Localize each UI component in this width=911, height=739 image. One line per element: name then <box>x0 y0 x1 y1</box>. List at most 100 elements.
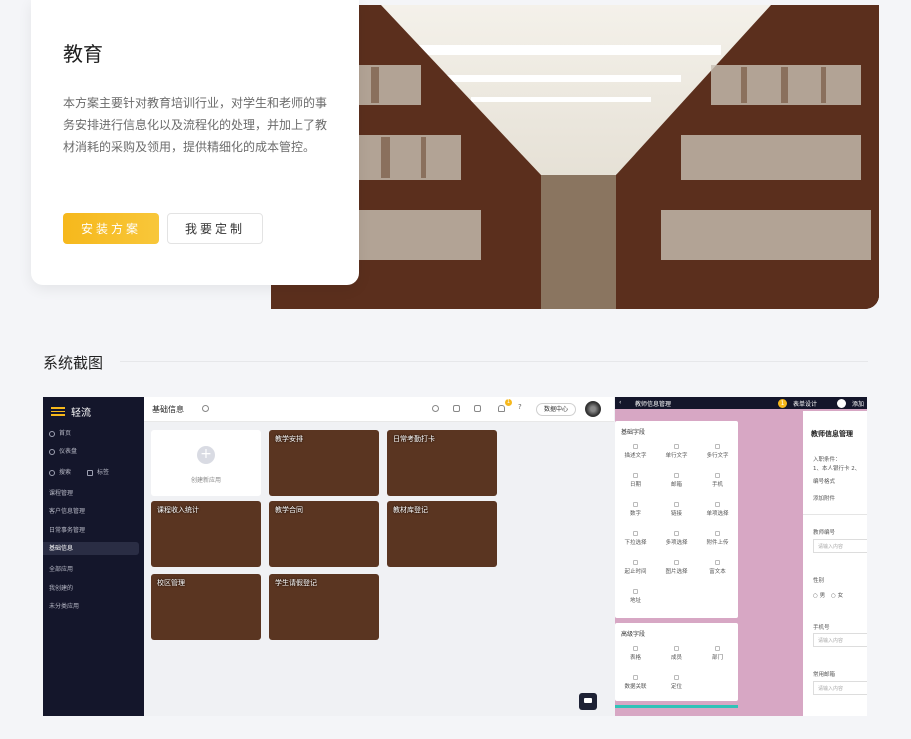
nav-search[interactable]: 搜索 <box>49 466 71 479</box>
chat-icon[interactable] <box>579 693 597 710</box>
app-tile[interactable]: 日常考勤打卡 <box>387 430 497 496</box>
field-type-icon <box>633 473 638 478</box>
nav-dashboard[interactable]: 仪表盘 <box>49 445 77 458</box>
section-divider <box>120 361 868 362</box>
gender-male-radio[interactable]: ○ 男 <box>813 591 825 599</box>
plus-icon: + <box>197 446 215 464</box>
nav-item-course[interactable]: 课程管理 <box>49 487 73 500</box>
field-type-icon <box>715 531 720 536</box>
phone-input[interactable]: 请输入内容 <box>813 633 867 647</box>
nav-item-my-created[interactable]: 我创建的 <box>49 582 73 595</box>
field-type-item[interactable]: 邮箱 <box>656 470 697 492</box>
page-title: 基础信息 <box>152 405 184 414</box>
field-type-item[interactable]: 多项选择 <box>656 528 697 550</box>
field-type-item[interactable]: 日期 <box>615 470 656 492</box>
gender-label: 性别 <box>813 578 825 584</box>
field-type-item[interactable]: 地址 <box>615 586 656 608</box>
home-icon <box>49 430 55 437</box>
add-attachment-option[interactable]: 添加附件 <box>813 494 835 502</box>
brand-name: 轻流 <box>71 408 91 419</box>
custom-solution-button[interactable]: 我要定制 <box>167 213 263 244</box>
field-type-icon <box>674 502 679 507</box>
field-type-icon <box>674 560 679 565</box>
field-type-item[interactable]: 下拉选择 <box>615 528 656 550</box>
advanced-field-title: 高级字段 <box>621 631 646 638</box>
app-tile[interactable]: 教学合同 <box>269 501 379 567</box>
field-type-item[interactable]: 数字 <box>615 499 656 521</box>
app-tile[interactable]: 校区管理 <box>151 574 261 640</box>
basic-field-title: 基础字段 <box>621 429 646 436</box>
field-type-item[interactable]: 定位 <box>656 672 697 694</box>
app-tile[interactable]: 学生请假登记 <box>269 574 379 640</box>
nav-home[interactable]: 首页 <box>49 427 71 440</box>
field-type-item[interactable]: 单项选择 <box>697 499 738 521</box>
solution-title: 教育 <box>63 42 103 66</box>
condition-label: 入职条件： <box>813 457 841 463</box>
field-type-item[interactable]: 成员 <box>656 643 697 665</box>
create-app-tile[interactable]: + 创建新应用 <box>151 430 261 496</box>
field-type-icon <box>715 444 720 449</box>
progress-strip <box>615 705 738 708</box>
gear-icon[interactable] <box>432 405 439 412</box>
help-icon[interactable]: ? <box>518 403 525 411</box>
solution-description: 本方案主要针对教育培训行业，对学生和老师的事务安排进行信息化以及流程化的处理，并… <box>63 96 328 154</box>
field-type-item[interactable]: 图片选择 <box>656 557 697 579</box>
create-app-label: 创建新应用 <box>190 477 221 484</box>
field-type-icon <box>633 560 638 565</box>
back-icon[interactable]: ‹ <box>619 399 621 406</box>
field-type-item[interactable]: 附件上传 <box>697 528 738 550</box>
step-add[interactable]: 添加 <box>852 399 864 408</box>
field-type-icon <box>674 444 679 449</box>
dashboard-icon <box>49 448 55 455</box>
field-type-icon <box>674 646 679 651</box>
app-tile[interactable]: 教材库登记 <box>387 501 497 567</box>
field-type-icon <box>633 675 638 680</box>
solution-card: 教育 本方案主要针对教育培训行业，对学生和老师的事务安排进行信息化以及流程化的处… <box>31 0 359 285</box>
app-logo: 轻流 <box>51 404 91 419</box>
form-designer-screenshot: ‹ 教师信息管理 1 表单设计 2 添加 基础字段 描述文字 单行文字 多行文字 日期… <box>615 397 867 716</box>
basic-field-panel: 基础字段 描述文字 单行文字 多行文字日期 邮箱 手机数字 链接 单项选择下拉选择 多项选择附… <box>615 421 738 618</box>
field-type-item[interactable]: 手机 <box>697 470 738 492</box>
field-type-item[interactable]: 部门 <box>697 643 738 665</box>
field-type-icon <box>715 560 720 565</box>
teacher-no-input[interactable]: 请输入内容 <box>813 539 867 553</box>
number-format-option[interactable]: 编号格式 <box>813 477 835 485</box>
data-center-button[interactable]: 数据中心 <box>536 403 576 416</box>
puzzle-icon[interactable] <box>474 405 481 412</box>
app-tile[interactable]: 教学安排 <box>269 430 379 496</box>
email-input[interactable]: 请输入内容 <box>813 681 867 695</box>
field-type-item[interactable]: 链接 <box>656 499 697 521</box>
field-type-item[interactable]: 起止时间 <box>615 557 656 579</box>
section-title: 系统截图 <box>43 354 104 372</box>
field-type-item[interactable]: 富文本 <box>697 557 738 579</box>
bell-icon[interactable] <box>498 405 505 412</box>
designer-header: 教师信息管理 <box>635 401 672 408</box>
app-tile[interactable]: 课程收入统计 <box>151 501 261 567</box>
teacher-no-label: 教师编号 <box>813 530 836 536</box>
field-type-icon <box>633 444 638 449</box>
nav-item-all-apps[interactable]: 全部应用 <box>49 563 73 576</box>
nav-item-basic-info[interactable]: 基础信息 <box>43 542 139 555</box>
email-label: 常用邮箱 <box>813 672 836 678</box>
field-type-item[interactable]: 单行文字 <box>656 441 697 463</box>
document-icon[interactable] <box>453 405 460 412</box>
field-type-item[interactable]: 表格 <box>615 643 656 665</box>
install-solution-button[interactable]: 安装方案 <box>63 213 159 244</box>
logo-icon <box>51 407 65 416</box>
field-type-item[interactable]: 多行文字 <box>697 441 738 463</box>
field-type-item[interactable]: 数据关联 <box>615 672 656 694</box>
nav-item-uncategorized[interactable]: 未分类应用 <box>49 600 79 613</box>
nav-item-daily[interactable]: 日常事务管理 <box>49 524 85 537</box>
search-icon[interactable] <box>202 405 209 412</box>
hero-image <box>271 5 879 309</box>
field-type-icon <box>633 502 638 507</box>
field-type-icon <box>633 589 638 594</box>
nav-item-customer[interactable]: 客户信息管理 <box>49 505 85 518</box>
field-type-item[interactable]: 描述文字 <box>615 441 656 463</box>
step-form-design[interactable]: 表单设计 <box>793 399 817 408</box>
gender-female-radio[interactable]: ○ 女 <box>831 591 843 599</box>
field-type-icon <box>674 473 679 478</box>
nav-tags[interactable]: 标签 <box>87 466 109 479</box>
advanced-field-panel: 高级字段 表格 成员 部门数据关联 定位 <box>615 623 738 701</box>
avatar[interactable] <box>585 401 601 417</box>
